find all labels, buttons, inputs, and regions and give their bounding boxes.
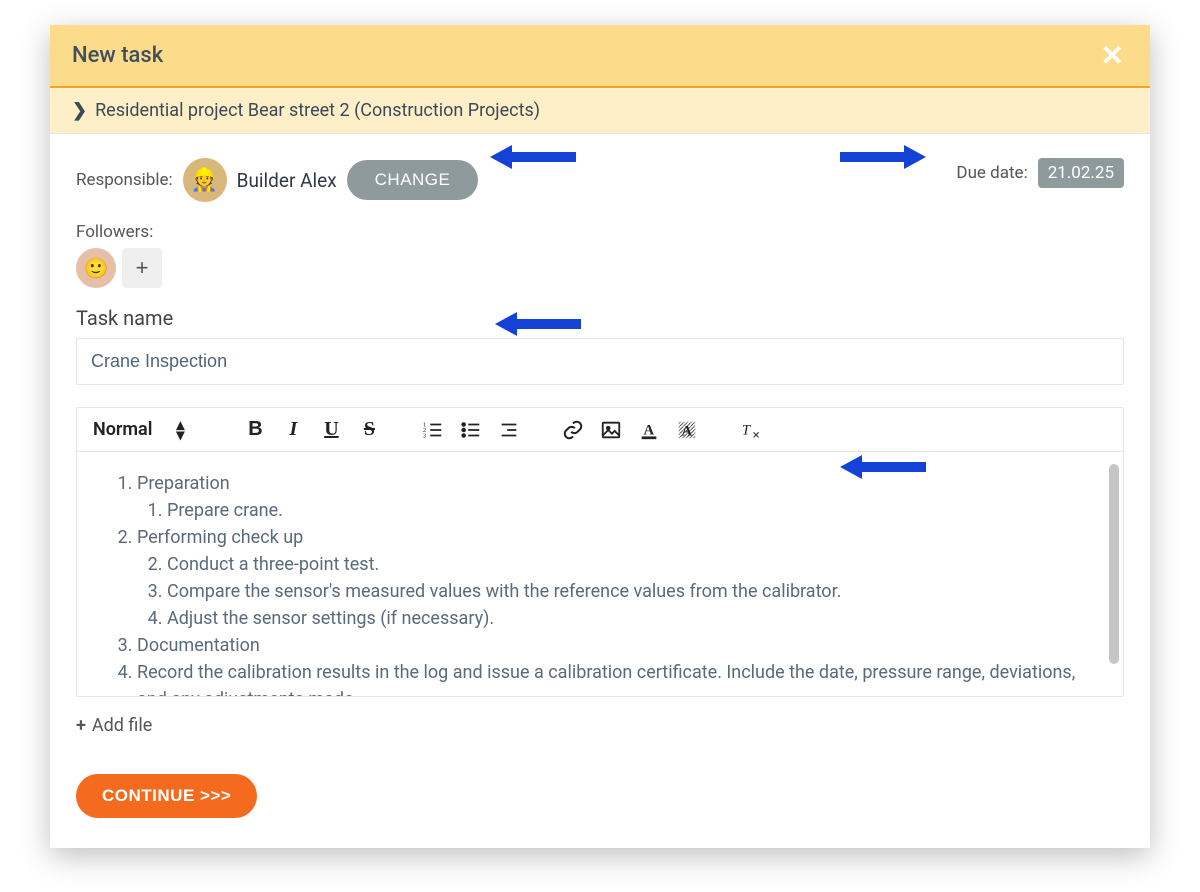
responsible-avatar[interactable]: 👷 — [183, 158, 227, 202]
modal-body: Responsible: 👷 Builder Alex CHANGE Due d… — [50, 134, 1150, 848]
due-date-section: Due date: 21.02.25 — [956, 158, 1124, 188]
followers-section: Followers: 🙂 + — [76, 222, 1124, 288]
change-responsible-button[interactable]: CHANGE — [347, 160, 479, 200]
list-item: Prepare crane. — [167, 497, 1093, 524]
indent-icon[interactable] — [498, 419, 520, 441]
continue-button[interactable]: CONTINUE >>> — [76, 774, 257, 818]
svg-text:T: T — [742, 422, 752, 438]
chevron-right-icon: ❯ — [72, 100, 87, 121]
unordered-list-icon[interactable] — [460, 419, 482, 441]
scrollbar[interactable] — [1109, 464, 1119, 664]
format-dropdown-label: Normal — [93, 419, 152, 440]
italic-icon[interactable]: I — [282, 418, 304, 441]
responsible-row: Responsible: 👷 Builder Alex CHANGE Due d… — [76, 158, 1124, 202]
followers-label: Followers: — [76, 222, 153, 242]
svg-text:A: A — [644, 422, 655, 438]
editor-content-area[interactable]: Preparation Prepare crane. Performing ch… — [77, 452, 1123, 696]
editor-toolbar: Normal ▴▾ B I U S 123 — [77, 408, 1123, 452]
list-item: Documentation — [137, 632, 1093, 659]
add-file-button[interactable]: + Add file — [76, 715, 1124, 736]
task-name-input[interactable] — [76, 338, 1124, 385]
chevron-updown-icon: ▴▾ — [176, 420, 180, 440]
clear-format-icon[interactable]: T✕ — [740, 419, 762, 441]
task-name-label: Task name — [76, 306, 1124, 330]
ordered-list-icon[interactable]: 123 — [422, 419, 444, 441]
image-icon[interactable] — [600, 419, 622, 441]
follower-avatar[interactable]: 🙂 — [76, 248, 116, 288]
background-color-icon[interactable]: A — [676, 419, 698, 441]
add-follower-button[interactable]: + — [122, 248, 162, 288]
rich-text-editor: Normal ▴▾ B I U S 123 — [76, 407, 1124, 697]
list-item: Performing check up Conduct a three-poin… — [137, 524, 1093, 632]
modal-title: New task — [72, 43, 163, 68]
list-item: Preparation Prepare crane. — [137, 470, 1093, 524]
responsible-label: Responsible: — [76, 170, 173, 190]
underline-icon[interactable]: U — [320, 418, 342, 441]
format-dropdown[interactable]: Normal ▴▾ — [93, 419, 202, 440]
list-item: Record the calibration results in the lo… — [137, 659, 1093, 696]
new-task-modal: New task ✕ ❯ Residential project Bear st… — [50, 25, 1150, 848]
due-date-label: Due date: — [956, 163, 1027, 183]
plus-icon: + — [76, 715, 86, 736]
strikethrough-icon[interactable]: S — [358, 418, 380, 441]
responsible-name: Builder Alex — [237, 169, 337, 192]
svg-text:A: A — [682, 423, 693, 439]
list-item: Conduct a three-point test. — [167, 551, 1093, 578]
svg-text:3: 3 — [423, 432, 426, 439]
link-icon[interactable] — [562, 419, 584, 441]
list-item: Adjust the sensor settings (if necessary… — [167, 605, 1093, 632]
close-icon[interactable]: ✕ — [1097, 39, 1128, 72]
svg-text:✕: ✕ — [752, 430, 760, 441]
due-date-value[interactable]: 21.02.25 — [1038, 158, 1124, 188]
modal-header: New task ✕ — [50, 25, 1150, 88]
breadcrumb-text: Residential project Bear street 2 (Const… — [95, 100, 540, 121]
bold-icon[interactable]: B — [244, 418, 266, 441]
text-color-icon[interactable]: A — [638, 419, 660, 441]
breadcrumb[interactable]: ❯ Residential project Bear street 2 (Con… — [50, 88, 1150, 134]
add-file-label: Add file — [92, 715, 152, 736]
list-item: Compare the sensor's measured values wit… — [167, 578, 1093, 605]
